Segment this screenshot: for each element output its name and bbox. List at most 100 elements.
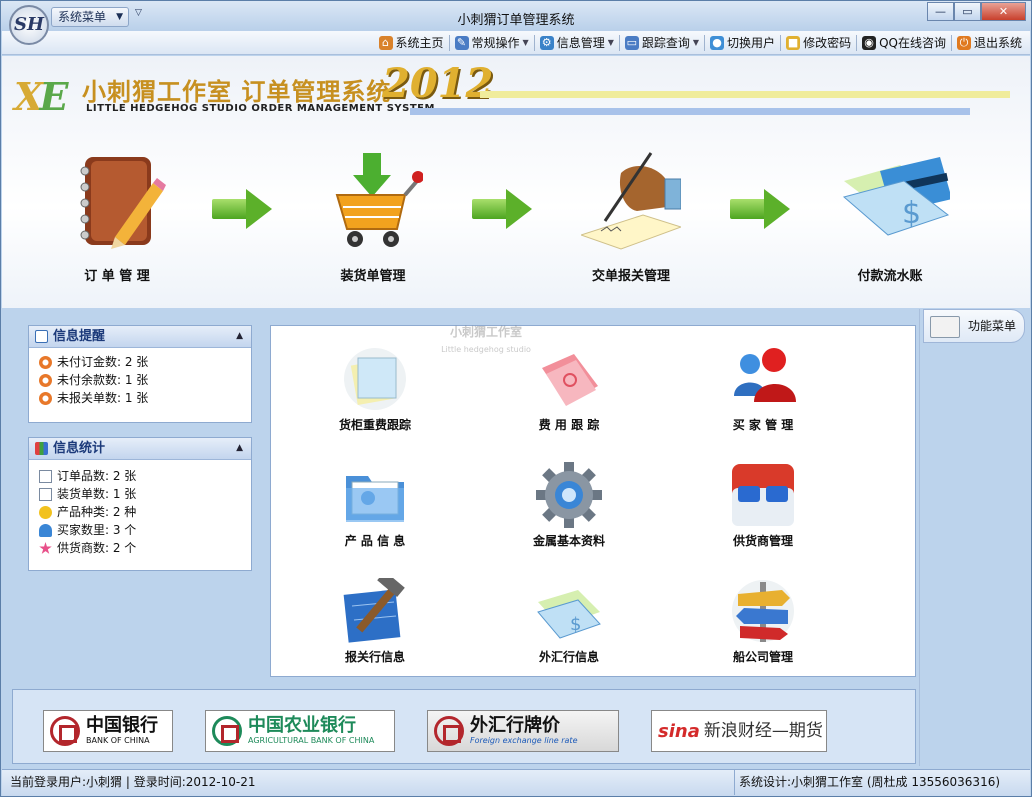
blue-folder-icon (342, 462, 408, 528)
bank-name-cn: 中国农业银行 (248, 715, 356, 736)
tile-supplier-management[interactable]: 供货商管理 (663, 462, 863, 549)
info-stats-panel: 信息统计 ▲ 订单品数: 2 张装货单数: 1 张产品种类: 2 种买家数里: … (28, 437, 252, 571)
banner-decor-line (410, 108, 970, 115)
toolbar-button-3[interactable]: ▭ 跟踪查询 ▼ (621, 33, 703, 53)
info_stats-row: 装货单数: 1 张 (29, 485, 251, 503)
step-payment-ledger[interactable]: $ 付款流水账 (815, 151, 965, 284)
toolbar-button-0[interactable]: ⌂ 系统主页 (375, 33, 448, 53)
row-text: 未报关单数: 1 张 (57, 391, 149, 405)
status-login-info: 当前登录用户:小刺猬 | 登录时间:2012-10-21 (10, 775, 256, 789)
step-loading-list[interactable]: 装货单管理 (298, 151, 448, 284)
function-tiles-area: 货柜重费跟踪 费 用 跟 踪 买 家 管 理 产 品 信 息 金属基本资料 供货… (270, 325, 916, 677)
toolbar-button-7[interactable]: ⏻ 退出系统 (953, 33, 1026, 53)
banner-logo: XE (14, 74, 68, 119)
tile-product-info[interactable]: 产 品 信 息 (275, 462, 475, 549)
title-bar: SH 系统菜单 ▼ ▽ 小刺猬订单管理系统 — ▭ ✕ (1, 1, 1031, 45)
row-text: 订单品数: 2 张 (57, 469, 137, 483)
bank-name-en: AGRICULTURAL BANK OF CHINA (248, 736, 375, 745)
exit-icon: ⏻ (956, 35, 971, 50)
info_alert-row: 未报关单数: 1 张 (29, 389, 251, 407)
sina-finance-link[interactable]: sina 新浪财经—期货 (651, 710, 827, 752)
arrow-right-icon (472, 189, 534, 229)
toolbar: ⌂ 系统主页 ✎ 常规操作 ▼ ⚙ 信息管理 ▼ ▭ 跟踪查询 ▼ ● 切换用户 ■ 修改密码 ◉ QQ在线咨询… (2, 31, 1030, 55)
info-stats-header[interactable]: 信息统计 ▲ (29, 438, 251, 460)
step-label: 订 单 管 理 (84, 269, 150, 284)
toolbar-separator (704, 34, 706, 51)
toolbar-separator (780, 34, 782, 51)
app-logo[interactable]: SH (9, 5, 49, 45)
row-text: 未付订金数: 2 张 (57, 355, 149, 369)
main-window: SH 系统菜单 ▼ ▽ 小刺猬订单管理系统 — ▭ ✕ ⌂ 系统主页 ✎ 常规操作 ▼ ⚙ 信… (0, 0, 1032, 797)
blueprint-hammer-icon (342, 571, 408, 644)
hedgehog-watermark: 小刺猬工作室 Little hedgehog studio (431, 263, 541, 373)
toolbar-button-label: 切换用户 (727, 36, 776, 50)
step-label: 装货单管理 (340, 269, 406, 284)
status-bar: 当前登录用户:小刺猬 | 登录时间:2012-10-21 系统设计:小刺猬工作室… (2, 769, 1030, 796)
toolbar-button-label: 系统主页 (395, 36, 444, 50)
banner-title-cn: 小刺猬工作室 订单管理系统 (82, 78, 392, 106)
banner-decor-line (480, 91, 1010, 98)
collapse-icon[interactable]: ▲ (236, 326, 243, 347)
alert-circle-icon (39, 356, 52, 369)
function-menu-button[interactable]: 功能菜单 (923, 309, 1025, 343)
toolbar-button-4[interactable]: ● 切换用户 (706, 33, 779, 53)
row-text: 未付余款数: 1 张 (57, 373, 149, 387)
bank-name-cn: 中国银行 (86, 715, 158, 736)
maximize-button[interactable]: ▭ (954, 2, 981, 21)
step-customs-declaration[interactable]: 交单报关管理 (556, 151, 706, 284)
cheque-card-icon: $ (840, 151, 952, 251)
toolbar-button-label: 跟踪查询 (641, 36, 690, 50)
signing-hand-icon (579, 151, 683, 251)
chevron-down-icon: ▼ (522, 38, 529, 47)
toolbar-separator (950, 34, 952, 51)
calendar-icon (35, 330, 48, 343)
function-menu-label: 功能菜单 (968, 319, 1017, 333)
tile-customs-broker-info[interactable]: 报关行信息 (275, 571, 475, 665)
bank-name-cn: 新浪财经—期货 (703, 721, 823, 741)
bank-name-en: Foreign exchange line rate (470, 736, 578, 745)
close-button[interactable]: ✕ (981, 2, 1026, 21)
glasses-icon (730, 462, 796, 528)
info-alert-header[interactable]: 信息提醒 ▲ (29, 326, 251, 348)
toolbar-button-1[interactable]: ✎ 常规操作 ▼ (451, 33, 533, 53)
toolbar-button-label: 修改密码 (803, 36, 852, 50)
step-order-management[interactable]: 订 单 管 理 (42, 151, 192, 284)
tile-shipping-company[interactable]: 船公司管理 (663, 578, 863, 665)
toolbar-button-label: 常规操作 (471, 36, 520, 50)
star-icon (39, 542, 52, 554)
sina-logo-icon: sina (658, 720, 700, 742)
info_alert-row: 未付余款数: 1 张 (29, 371, 251, 389)
toolbar-separator (533, 34, 535, 51)
bank-name-cn: 外汇行牌价 (470, 715, 560, 736)
panel-title: 信息统计 (53, 441, 106, 456)
minimize-button[interactable]: — (927, 2, 954, 21)
toolbar-button-6[interactable]: ◉ QQ在线咨询 (858, 33, 950, 53)
window-search-icon (930, 316, 960, 338)
lock-icon: ■ (786, 35, 801, 50)
right-panel: 功能菜单 (919, 309, 1030, 766)
signpost-icon (730, 578, 796, 644)
tile-label: 费 用 跟 踪 (538, 418, 600, 432)
tile-metal-base-data[interactable]: 金属基本资料 (469, 462, 669, 549)
toolbar-button-2[interactable]: ⚙ 信息管理 ▼ (536, 33, 618, 53)
document-icon (39, 470, 52, 483)
bank-of-china-link[interactable]: 中国银行 BANK OF CHINA (43, 710, 173, 752)
collapse-icon[interactable]: ▲ (236, 438, 243, 459)
agricultural-bank-link[interactable]: 中国农业银行 AGRICULTURAL BANK OF CHINA (205, 710, 395, 752)
forex-rate-link[interactable]: 外汇行牌价 Foreign exchange line rate (427, 710, 619, 752)
user-icon: ● (710, 35, 725, 50)
tile-label: 买 家 管 理 (732, 418, 794, 432)
gear-icon: ⚙ (539, 35, 554, 50)
info_stats-row: 供货商数: 2 个 (29, 539, 251, 557)
cheque-icon: $ (536, 578, 602, 644)
tile-buyer-management[interactable]: 买 家 管 理 (663, 346, 863, 433)
alert-circle-icon (39, 374, 52, 387)
home-icon: ⌂ (378, 35, 393, 50)
lightbulb-icon (39, 506, 52, 519)
step-label: 交单报关管理 (591, 269, 670, 284)
row-text: 产品种类: 2 种 (57, 505, 137, 519)
tile-label: 船公司管理 (732, 650, 793, 664)
tile-forex-bank-info[interactable]: $ 外汇行信息 (469, 578, 669, 665)
toolbar-button-5[interactable]: ■ 修改密码 (782, 33, 855, 53)
qq-icon: ◉ (862, 35, 877, 50)
